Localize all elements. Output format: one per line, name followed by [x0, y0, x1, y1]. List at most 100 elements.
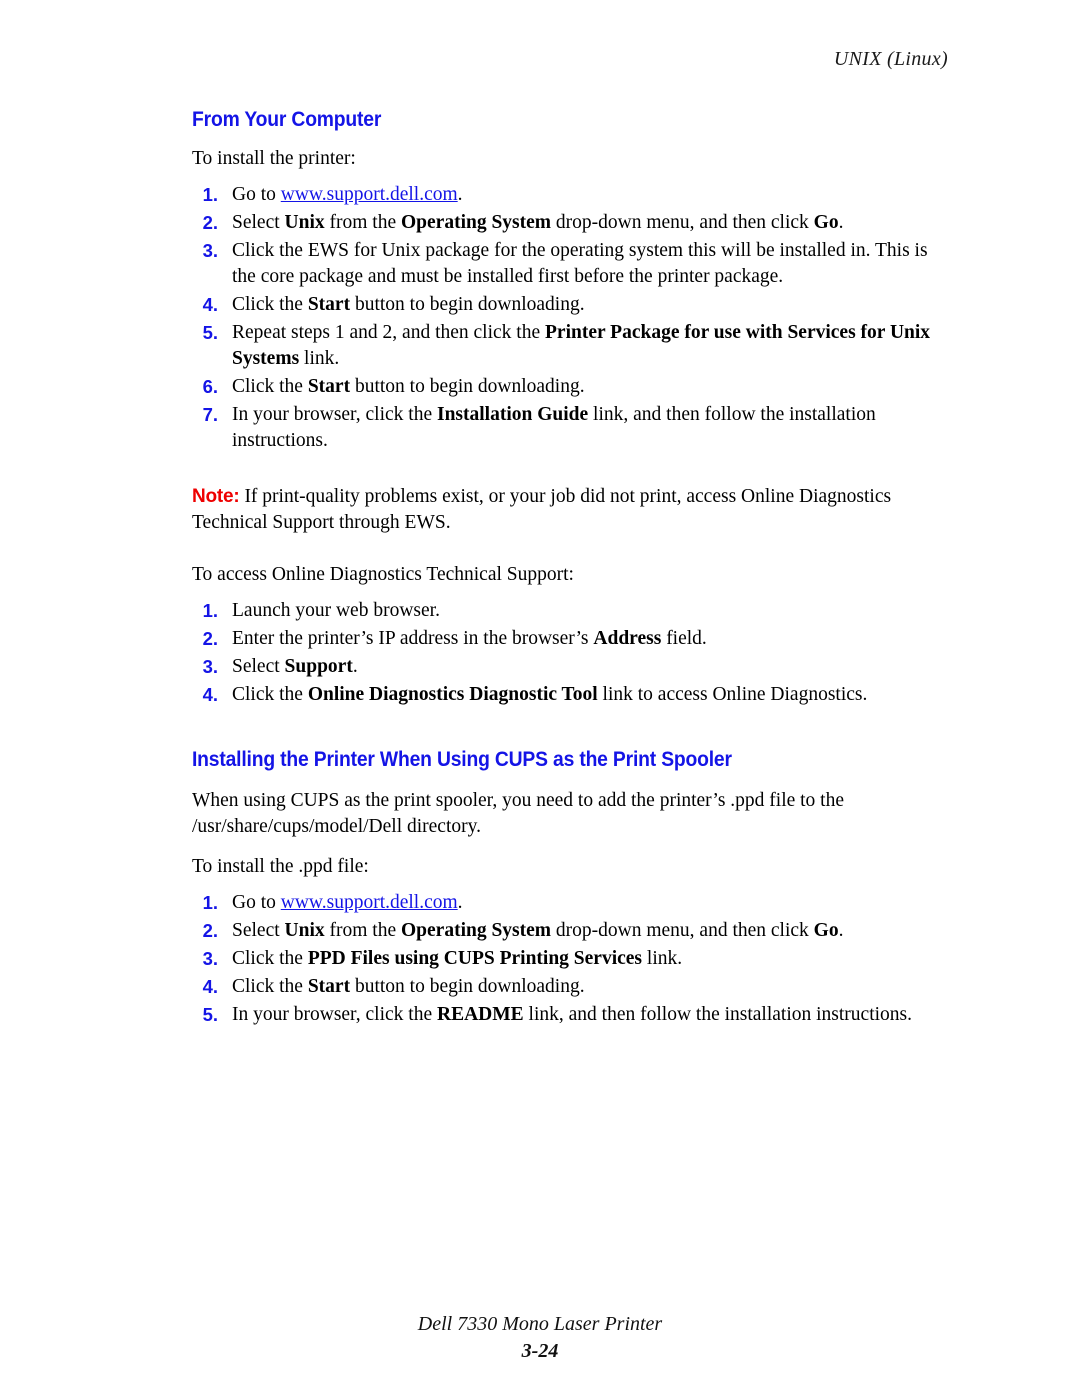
note-block: Note: If print-quality problems exist, o…	[192, 484, 932, 536]
emphasis-text: Address	[593, 628, 662, 649]
step-number: 4.	[202, 294, 218, 315]
emphasis-text: Online Diagnostics Diagnostic Tool	[307, 684, 598, 705]
step-text: Go to www.support.dell.com.	[232, 182, 932, 208]
step-text: Repeat steps 1 and 2, and then click the…	[232, 320, 932, 372]
plain-text: Click the EWS for Unix package for the o…	[232, 240, 928, 287]
step-text: Click the Start button to begin download…	[232, 974, 932, 1000]
support-link[interactable]: www.support.dell.com	[281, 892, 458, 913]
plain-text: field.	[661, 628, 707, 649]
step-item: 1. Go to www.support.dell.com.	[192, 890, 932, 916]
step-number: 1.	[202, 184, 218, 205]
step-item: 2. Select Unix from the Operating System …	[192, 918, 932, 944]
step-number: 5.	[202, 1004, 218, 1025]
running-header: UNIX (Linux)	[833, 48, 948, 70]
plain-text: Select	[232, 656, 285, 677]
steps-list-install-printer: 1. Go to www.support.dell.com. 2. Select Un…	[192, 182, 932, 454]
step-text: Click the Start button to begin download…	[232, 292, 932, 318]
plain-text: Click the	[232, 976, 308, 997]
step-item: 1. Launch your web browser.	[192, 598, 932, 624]
step-number: 2.	[202, 920, 218, 941]
steps-list-install-ppd: 1. Go to www.support.dell.com. 2. Select Un…	[192, 890, 932, 1028]
step-text: Select Support.	[232, 654, 932, 680]
plain-text: from the	[324, 212, 401, 233]
intro-text-online-diagnostics: To access Online Diagnostics Technical S…	[192, 564, 574, 585]
step-number: 2.	[202, 628, 218, 649]
plain-text: button to begin downloading.	[350, 376, 585, 397]
emphasis-text: Unix	[284, 920, 325, 941]
step-text: In your browser, click the Installation …	[232, 402, 932, 454]
plain-text: button to begin downloading.	[350, 294, 585, 315]
step-text: Click the Online Diagnostics Diagnostic …	[232, 682, 932, 708]
step-text: Launch your web browser.	[232, 598, 932, 624]
emphasis-text: README	[437, 1004, 524, 1025]
step-number: 7.	[202, 404, 218, 425]
emphasis-text: Start	[307, 976, 351, 997]
plain-text: drop-down menu, and then click	[551, 212, 814, 233]
footer-page-number: 3-24	[521, 1340, 559, 1362]
step-item: 4. Click the Start button to begin downlo…	[192, 974, 932, 1000]
step-text: Enter the printer’s IP address in the br…	[232, 626, 932, 652]
step-item: 7. In your browser, click the Installatio…	[192, 402, 932, 454]
intro-text-install-ppd: To install the .ppd file:	[192, 856, 369, 877]
plain-text: from the	[324, 920, 401, 941]
step-number: 5.	[202, 322, 218, 343]
plain-text: .	[838, 920, 844, 941]
step-number: 6.	[202, 376, 218, 397]
emphasis-text: Unix	[284, 212, 325, 233]
emphasis-text: Operating System	[401, 212, 552, 233]
step-item: 3. Select Support.	[192, 654, 932, 680]
emphasis-text: Start	[307, 376, 351, 397]
plain-text: link.	[299, 348, 340, 369]
section-heading-from-your-computer: From Your Computer	[192, 108, 382, 131]
steps-list-online-diagnostics: 1. Launch your web browser. 2. Enter the pr…	[192, 598, 932, 708]
step-text: Go to www.support.dell.com.	[232, 890, 932, 916]
step-item: 5. Repeat steps 1 and 2, and then click t…	[192, 320, 932, 372]
paragraph-cups-ppd: When using CUPS as the print spooler, yo…	[192, 790, 845, 837]
emphasis-text: Start	[307, 294, 351, 315]
step-number: 2.	[202, 212, 218, 233]
step-text: Click the EWS for Unix package for the o…	[232, 238, 932, 290]
emphasis-text: Installation Guide	[437, 404, 589, 425]
step-text: Click the PPD Files using CUPS Printing …	[232, 946, 932, 972]
plain-text: Select	[232, 920, 285, 941]
emphasis-text: Go	[813, 212, 839, 233]
footer-product: Dell 7330 Mono Laser Printer	[417, 1313, 663, 1335]
plain-text: Go to	[232, 184, 281, 205]
intro-text-install-printer: To install the printer:	[192, 148, 356, 169]
step-number: 3.	[202, 948, 218, 969]
step-text: Select Unix from the Operating System dr…	[232, 210, 932, 236]
page-footer: Dell 7330 Mono Laser Printer 3-24	[0, 1311, 1080, 1365]
step-number: 1.	[202, 600, 218, 621]
plain-text: link, and then follow the installation i…	[523, 1004, 912, 1025]
step-item: 6. Click the Start button to begin downlo…	[192, 374, 932, 400]
step-text: In your browser, click the README link, …	[232, 1002, 932, 1028]
plain-text: .	[457, 892, 463, 913]
step-item: 1. Go to www.support.dell.com.	[192, 182, 932, 208]
emphasis-text: Operating System	[401, 920, 552, 941]
step-item: 3. Click the EWS for Unix package for the…	[192, 238, 932, 290]
plain-text: Go to	[232, 892, 281, 913]
plain-text: In your browser, click the	[232, 404, 437, 425]
plain-text: .	[838, 212, 844, 233]
plain-text: In your browser, click the	[232, 1004, 437, 1025]
step-number: 4.	[202, 684, 218, 705]
plain-text: .	[352, 656, 358, 677]
step-number: 3.	[202, 240, 218, 261]
step-item: 4. Click the Online Diagnostics Diagnosti…	[192, 682, 932, 708]
plain-text: .	[457, 184, 463, 205]
plain-text: Click the	[232, 684, 308, 705]
plain-text: Enter the printer’s IP address in the br…	[232, 628, 594, 649]
step-text: Click the Start button to begin download…	[232, 374, 932, 400]
emphasis-text: Support	[284, 656, 353, 677]
step-item: 3. Click the PPD Files using CUPS Printin…	[192, 946, 932, 972]
plain-text: drop-down menu, and then click	[551, 920, 814, 941]
step-item: 4. Click the Start button to begin downlo…	[192, 292, 932, 318]
document-page: UNIX (Linux) From Your Computer To insta…	[0, 0, 1080, 1397]
plain-text: button to begin downloading.	[350, 976, 585, 997]
plain-text: Repeat steps 1 and 2, and then click the	[232, 322, 545, 343]
support-link[interactable]: www.support.dell.com	[281, 184, 458, 205]
note-label: Note:	[192, 486, 240, 507]
step-number: 1.	[202, 892, 218, 913]
emphasis-text: Go	[813, 920, 839, 941]
page-content: From Your Computer To install the printe…	[192, 108, 932, 1034]
